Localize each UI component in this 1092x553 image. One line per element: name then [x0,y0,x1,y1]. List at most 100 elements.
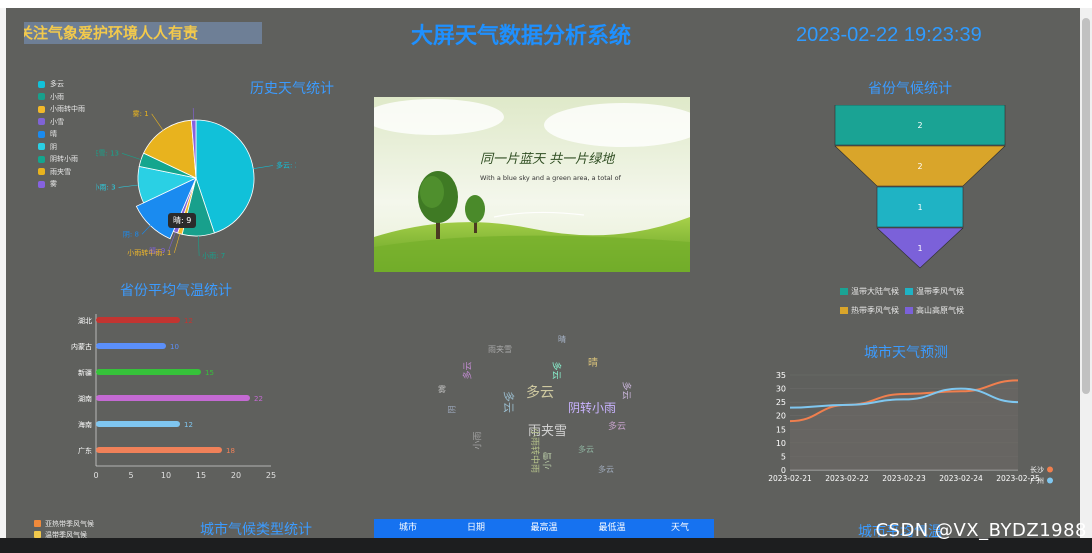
pie-data-label: 小雨: 7 [202,251,225,260]
table-header-cell[interactable]: 最高温 [510,519,578,538]
word-cloud-term: 小雨 [473,431,484,450]
series-legend-marker[interactable] [1047,466,1053,473]
legend-swatch [840,307,848,314]
pie-label-line [198,235,200,256]
legend-label: 阴转小雨 [50,155,78,164]
funnel-legend[interactable]: 温带大陆气候 温带季风气候 热带季风气候 高山高原气候 [840,280,990,318]
pie-legend-item[interactable]: 小雨 [38,91,85,104]
series-legend-label: 广州 [1030,476,1044,485]
legend-label: 晴 [50,130,57,139]
province-temp-bar-chart[interactable]: 0 5 10 15 20 25 湖北 12 内蒙古 10 新疆 15 湖南 22 海南 12 广东 18 [56,308,296,488]
banner-subtitle: With a blue sky and a green area, a tota… [480,174,622,182]
province-temp-title: 省份平均气温统计 [120,283,232,299]
banner-image: 同一片蓝天 共一片绿地 With a blue sky and a green … [374,97,690,272]
pie-legend-item[interactable]: 小雪 [38,116,85,129]
bar-value-label: 15 [205,369,214,377]
legend-label: 小雨转中雨 [50,105,85,114]
series-legend-marker[interactable] [1047,477,1053,484]
word-cloud-term: 雾 [438,385,446,394]
x-tick-label: 25 [266,471,276,480]
word-cloud-term: 晴 [558,335,566,344]
datetime-clock: 2023-02-22 19:23:39 [796,24,982,46]
bar-value-label: 12 [184,317,193,325]
legend-label: 温带季风气候 [45,530,87,539]
pie-label-line [192,108,194,121]
page-title: 大屏天气数据分析系统 [410,24,631,49]
pie-label-line [121,153,142,160]
ticker-text: 关注气象爱护环境人人有责 [24,24,199,42]
y-tick-label: 25 [776,398,786,407]
pie-label-line [253,165,274,169]
legend-label: 雨夹雪 [50,167,71,176]
bar[interactable] [96,343,166,349]
funnel-legend-item[interactable]: 高山高原气候 [905,305,964,316]
pie-legend[interactable]: 多云 小雨 小雨转中雨小雪晴阴阴转小雨雨夹雪雾 [38,78,85,191]
banner-illustration: 同一片蓝天 共一片绿地 With a blue sky and a green … [374,97,690,272]
pie-label-line [151,113,164,131]
y-tick-label: 15 [776,425,786,434]
funnel-legend-item[interactable]: 温带大陆气候 [840,286,899,297]
x-tick-label: 10 [161,471,171,480]
funnel-value-label: 1 [917,203,922,212]
bar-value-label: 22 [254,395,263,403]
table-header-cell[interactable]: 日期 [442,519,510,538]
legend-swatch [38,118,45,126]
y-tick-label: 20 [776,412,786,421]
city-climate-type-title: 城市气候类型统计 [200,522,312,538]
pie-data-label: 多云: 35 [276,160,296,169]
bar[interactable] [96,421,180,427]
legend-label: 温带大陆气候 [851,287,899,296]
word-cloud-term: 多云 [463,361,474,380]
dashboard: 关注气象爱护环境人人有责 大屏天气数据分析系统 2023-02-22 19:23… [6,8,1080,538]
weather-pie-chart[interactable]: 多云: 35小雨: 7小雨转中雨: 1晴: 9阴: 8阴转小雨: 3雨夹雪: 1… [96,108,296,268]
climate-legend-item[interactable]: 温带季风气候 [34,529,94,538]
y-tick-label: 新疆 [78,368,92,377]
y-tick-label: 内蒙古 [71,342,92,351]
word-cloud-term: 多云 [526,385,554,401]
bar-value-label: 10 [170,343,179,351]
climate-type-legend[interactable]: 亚热带季风气候 温带季风气候 [34,518,94,538]
pie-legend-item[interactable]: 小雨转中雨 [38,103,85,116]
scrollbar-thumb[interactable] [1082,18,1090,394]
x-tick-label: 20 [231,471,241,480]
legend-swatch [905,307,913,314]
pie-legend-item[interactable]: 阴转小雨 [38,153,85,166]
funnel-legend-item[interactable]: 热带季风气候 [840,305,899,316]
x-tick-label: 2023-02-24 [939,474,983,483]
legend-swatch [38,155,45,163]
pie-legend-item[interactable]: 雨夹雪 [38,166,85,179]
pie-label-line [118,184,139,188]
pie-legend-item[interactable]: 阴 [38,141,85,154]
bar[interactable] [96,317,180,323]
x-tick-label: 15 [196,471,206,480]
y-tick-label: 湖南 [78,394,92,403]
climate-funnel-chart[interactable]: 2 2 1 1 [816,105,1016,275]
pie-legend-item[interactable]: 多云 [38,78,85,91]
legend-label: 高山高原气候 [916,306,964,315]
word-cloud-term: 小雪 [543,451,554,470]
funnel-legend-item[interactable]: 温带季风气候 [905,286,964,297]
legend-swatch [38,143,45,151]
bar[interactable] [96,447,222,453]
table-header-cell[interactable]: 天气 [646,519,714,538]
table-header-cell[interactable]: 城市 [374,519,442,538]
word-cloud-term: 晴 [588,358,598,369]
pie-data-label: 雨夹雪: 13 [96,148,119,157]
pie-legend-item[interactable]: 晴 [38,128,85,141]
legend-label: 雾 [50,180,57,189]
climate-legend-item[interactable]: 亚热带季风气候 [34,518,94,529]
table-header-cell[interactable]: 最低温 [578,519,646,538]
legend-swatch [840,288,848,295]
bar[interactable] [96,395,250,401]
pie-legend-item[interactable]: 雾 [38,178,85,191]
legend-swatch [38,105,45,113]
legend-swatch [38,93,45,101]
bar[interactable] [96,369,201,375]
vertical-scrollbar[interactable] [1080,8,1092,538]
x-tick-label: 0 [93,471,98,480]
city-forecast-line-chart[interactable]: 051015202530352023-02-21 2023-02-22 2023-0… [756,360,1056,485]
bar-value-label: 18 [226,447,235,455]
y-tick-label: 35 [776,371,786,380]
pie-data-label: 阴转小雨: 3 [96,182,116,191]
word-cloud-term: 多云 [550,361,561,380]
